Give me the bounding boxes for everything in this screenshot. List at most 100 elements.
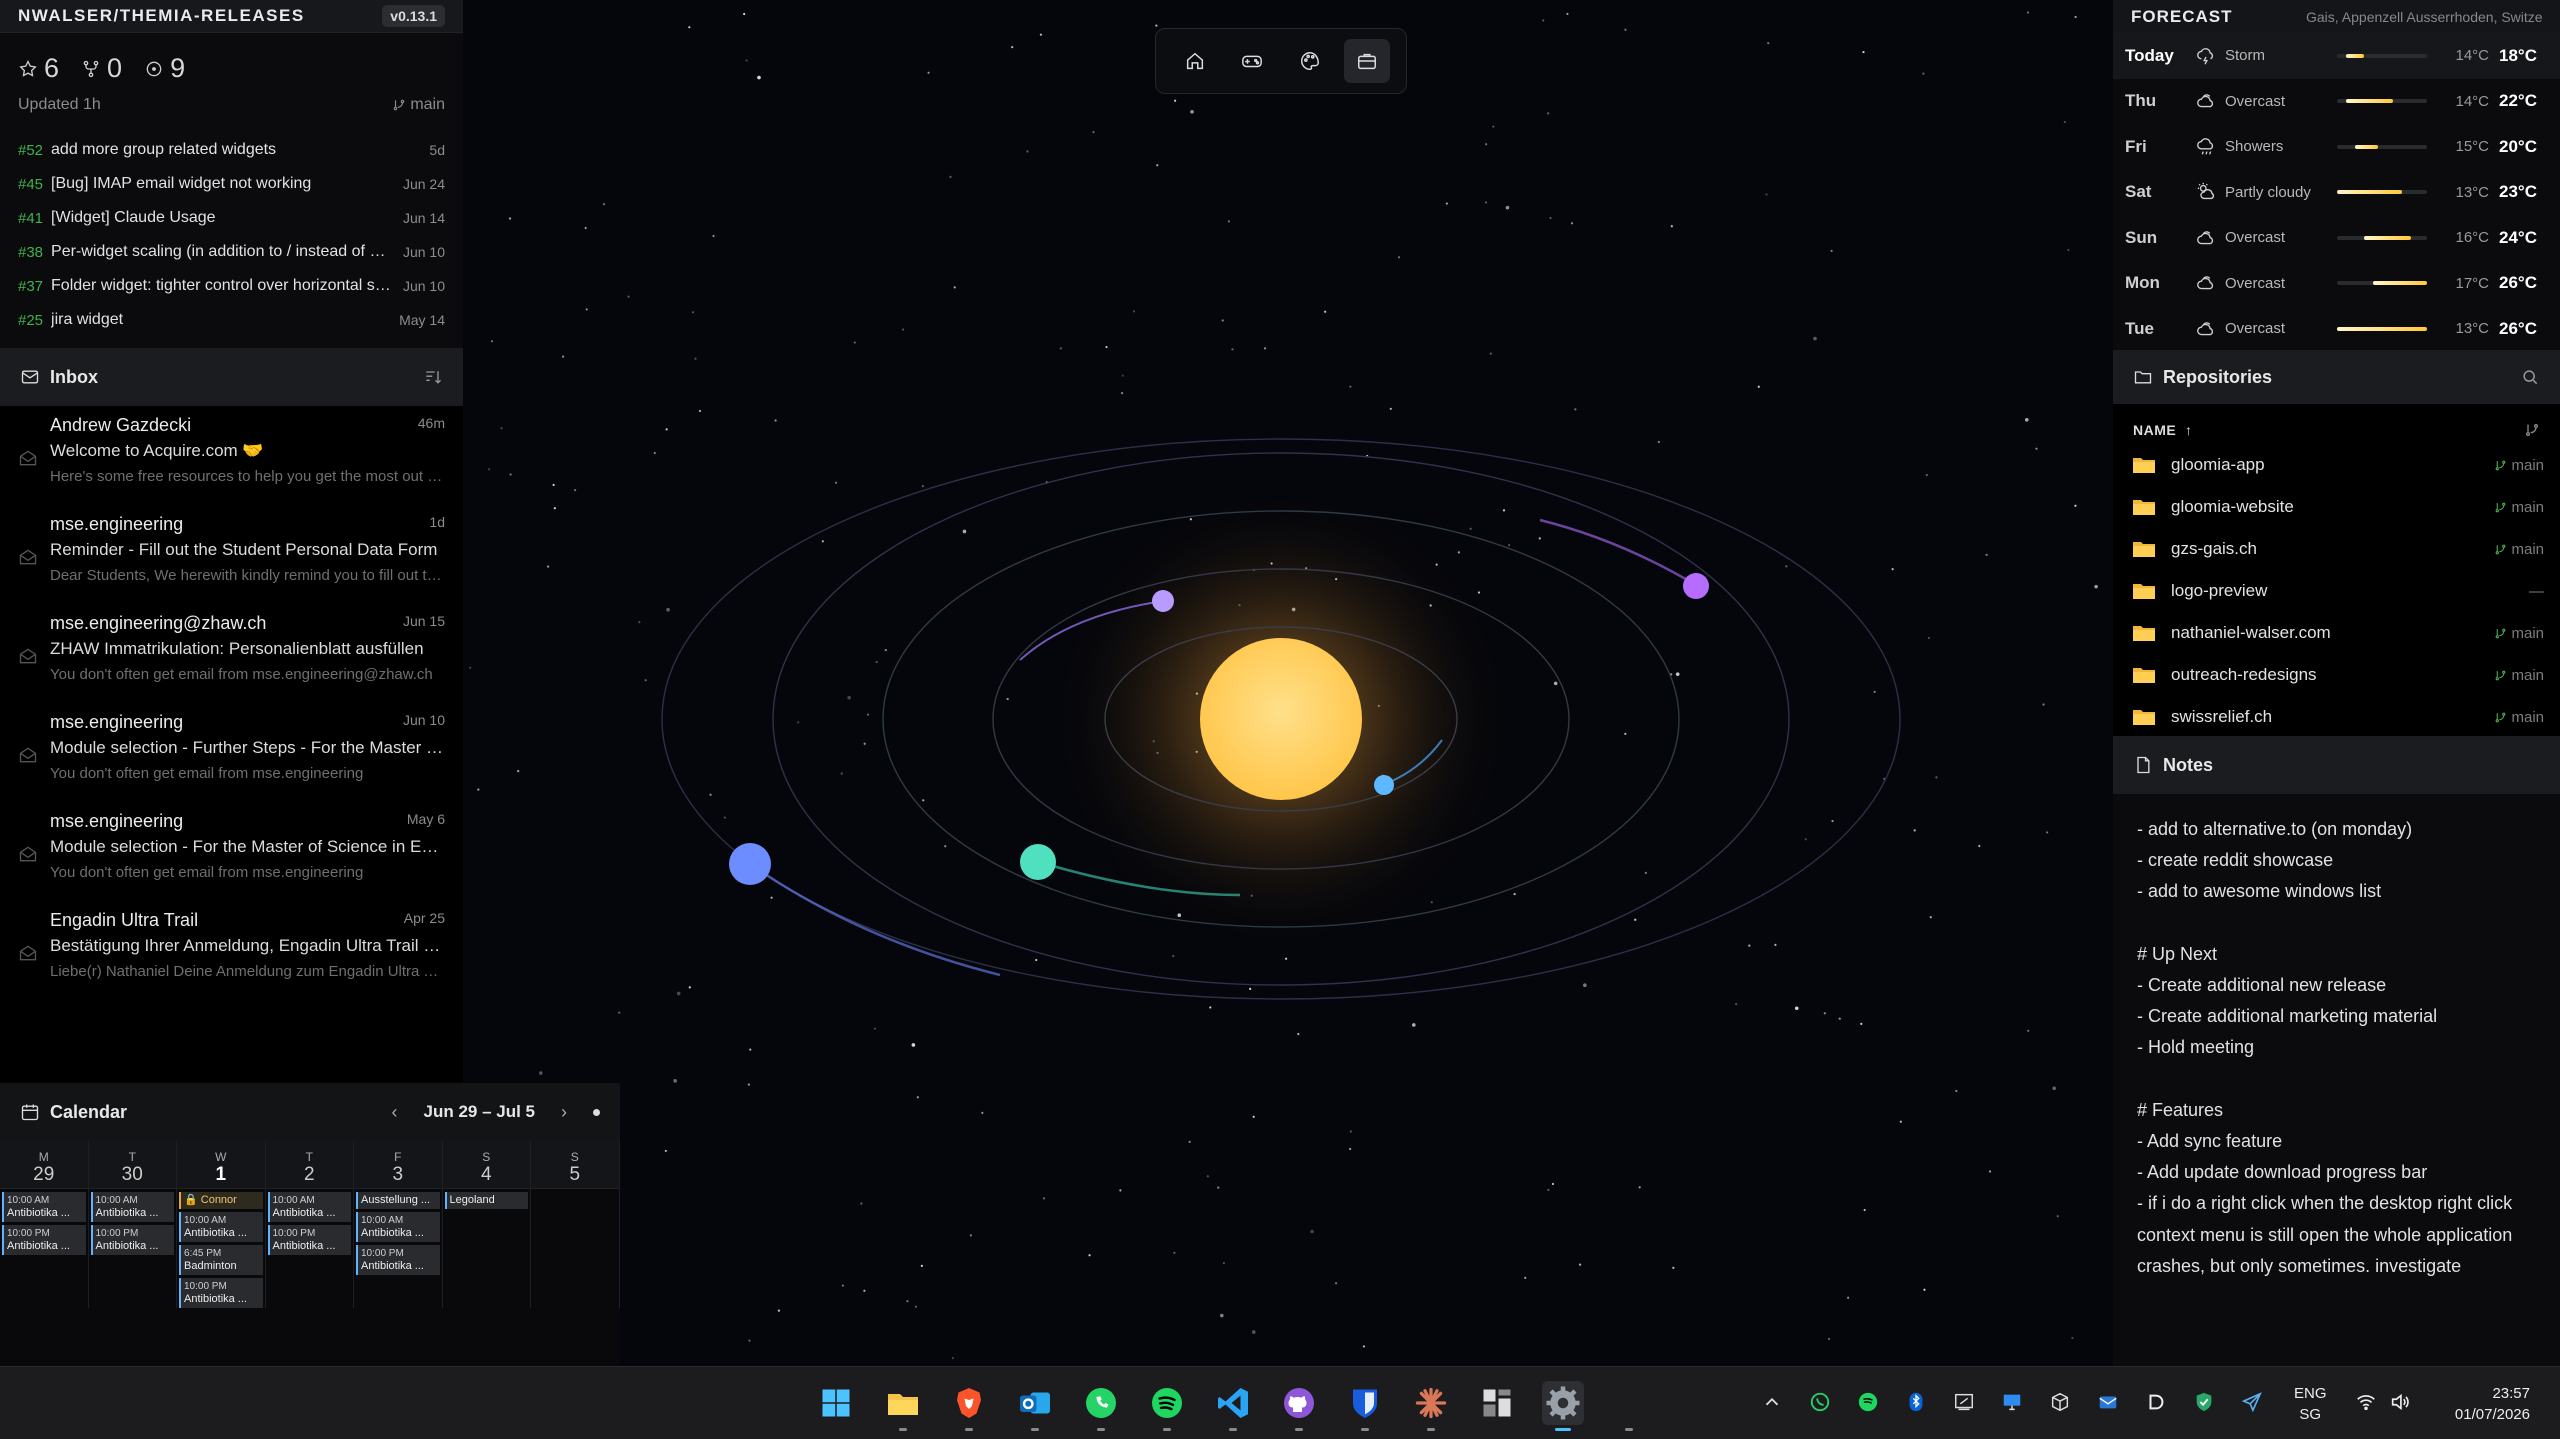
repository-branch: main: [2494, 709, 2544, 726]
event-title: Badminton: [184, 1260, 237, 1272]
repository-item[interactable]: nathaniel-walser.com main: [2113, 612, 2560, 654]
mail-item[interactable]: mse.engineering Jun 10 Module selection - …: [0, 703, 463, 802]
sort-icon[interactable]: [423, 367, 443, 387]
mail-item[interactable]: Andrew Gazdecki 46m Welcome to Acquire.com…: [0, 406, 463, 505]
tray-mail[interactable]: [2095, 1389, 2121, 1415]
work-button[interactable]: [1344, 39, 1391, 83]
mail-item[interactable]: Engadin Ultra Trail Apr 25 Bestätigung Ihr…: [0, 901, 463, 1000]
games-button[interactable]: [1229, 39, 1275, 83]
vscode-button[interactable]: [1212, 1381, 1254, 1431]
star: [618, 1011, 621, 1014]
name-column-header[interactable]: NAME ↑: [2133, 422, 2193, 438]
input-language-indicator[interactable]: ENG SG: [2294, 1383, 2327, 1425]
issue-item[interactable]: #37 Folder widget: tighter control over h…: [0, 269, 463, 303]
mail-preview: Here's some free resources to help you g…: [50, 468, 445, 485]
calendar-event[interactable]: 10:00 PM Antibiotika ...: [2, 1225, 86, 1255]
tray-app[interactable]: [2143, 1389, 2169, 1415]
issue-item[interactable]: #45 [Bug] IMAP email widget not working Ju…: [0, 167, 463, 201]
calendar-event[interactable]: Legoland: [444, 1192, 528, 1209]
star: [1551, 1182, 1555, 1186]
calendar-day[interactable]: S5: [531, 1141, 620, 1308]
issue-item[interactable]: #41 [Widget] Claude Usage Jun 14: [0, 201, 463, 235]
calendar-event[interactable]: 6:45 PM Badminton: [179, 1245, 263, 1275]
calendar-event[interactable]: 10:00 AM Antibiotika ...: [90, 1192, 174, 1222]
calendar-day[interactable]: S 4 Legoland: [442, 1141, 531, 1308]
repository-item[interactable]: swissrelief.ch main: [2113, 696, 2560, 738]
tray-wifi[interactable]: [2353, 1389, 2379, 1415]
temperature-range-fill: [2355, 144, 2378, 149]
folder-icon: [2133, 625, 2155, 641]
repository-item[interactable]: outreach-redesigns main: [2113, 654, 2560, 696]
repository-item[interactable]: gloomia-website main: [2113, 486, 2560, 528]
prev-week-button[interactable]: ‹: [392, 1102, 398, 1123]
calendar-day[interactable]: F 3 Ausstellung ... 10:00 AM Antibiotika ...…: [354, 1141, 443, 1308]
mail-header-row: Engadin Ultra Trail Apr 25: [50, 901, 445, 931]
tray-whatsapp[interactable]: [1807, 1389, 1833, 1415]
calendar-event[interactable]: 🔒 Connor: [179, 1192, 263, 1209]
issue-item[interactable]: #38 Per-widget scaling (in addition to / …: [0, 235, 463, 269]
task-view-button[interactable]: [1608, 1381, 1650, 1431]
search-icon[interactable]: [2520, 367, 2540, 387]
calendar-event[interactable]: Ausstellung ...: [356, 1192, 440, 1209]
repository-item[interactable]: gzs-gais.ch main: [2113, 528, 2560, 570]
system-clock[interactable]: 23:57 01/07/2026: [2455, 1383, 2530, 1425]
calendar-event[interactable]: 10:00 PM Antibiotika ...: [90, 1225, 174, 1255]
calendar-day[interactable]: T 2 10:00 AM Antibiotika ... 10:00 PM Antibio…: [265, 1141, 354, 1308]
tray-security[interactable]: [2191, 1389, 2217, 1415]
themia-button[interactable]: [1476, 1381, 1518, 1425]
calendar-event[interactable]: 10:00 PM Antibiotika ...: [179, 1278, 263, 1308]
mail-preview: Liebe(r) Nathaniel Deine Anmeldung zum E…: [50, 963, 445, 980]
mail-item[interactable]: mse.engineering@zhaw.ch Jun 15 ZHAW Immatr…: [0, 604, 463, 703]
tray-spotify[interactable]: [1855, 1389, 1881, 1415]
mail-preview: Dear Students, We herewith kindly remind…: [50, 567, 445, 584]
repo-name[interactable]: NWALSER/THEMIA-RELEASES: [18, 6, 305, 26]
claude-button[interactable]: [1410, 1381, 1452, 1431]
tray-telegram[interactable]: [2239, 1389, 2265, 1415]
mail-header-row: Andrew Gazdecki 46m: [50, 406, 445, 436]
next-week-button[interactable]: ›: [561, 1102, 567, 1123]
outlook-button[interactable]: [1014, 1381, 1056, 1431]
tray-snipping[interactable]: [1951, 1389, 1977, 1415]
day-number: 30: [121, 1164, 143, 1185]
calendar-event[interactable]: 10:00 PM Antibiotika ...: [356, 1245, 440, 1275]
event-title: Antibiotika ...: [95, 1207, 159, 1219]
calendar-event[interactable]: 10:00 PM Antibiotika ...: [267, 1225, 351, 1255]
tray-volume[interactable]: [2387, 1389, 2413, 1415]
show-hidden-icons-button[interactable]: [1759, 1389, 1785, 1415]
issue-item[interactable]: #25 jira widget May 14: [0, 303, 463, 337]
settings-button[interactable]: [1542, 1381, 1584, 1431]
file-explorer-button[interactable]: [882, 1381, 924, 1431]
themes-button[interactable]: [1287, 39, 1333, 83]
issue-item[interactable]: #52 add more group related widgets 5d: [0, 133, 463, 167]
version-badge: v0.13.1: [382, 5, 445, 27]
today-button[interactable]: [593, 1108, 600, 1116]
repository-item[interactable]: logo-preview —: [2113, 570, 2560, 612]
home-button[interactable]: [1172, 39, 1218, 83]
repository-branch: —: [2529, 583, 2544, 600]
calendar-event[interactable]: 10:00 AM Antibiotika ...: [356, 1212, 440, 1242]
calendar-day[interactable]: M 29 10:00 AM Antibiotika ... 10:00 PM Antibi…: [0, 1141, 89, 1308]
repository-item[interactable]: gloomia-app main: [2113, 444, 2560, 486]
volume-icon: [2391, 1393, 2409, 1411]
tray-bluetooth[interactable]: [1903, 1389, 1929, 1415]
star: [774, 419, 777, 422]
mail-preview: You don't often get email from mse.engin…: [50, 864, 364, 881]
calendar-event[interactable]: 10:00 AM Antibiotika ...: [267, 1192, 351, 1222]
mail-item[interactable]: mse.engineering May 6 Module selection - F…: [0, 802, 463, 901]
calendar-event[interactable]: 10:00 AM Antibiotika ...: [2, 1192, 86, 1222]
calendar-nav: ‹ Jun 29 – Jul 5 ›: [392, 1102, 600, 1123]
calendar-day[interactable]: T 30 10:00 AM Antibiotika ... 10:00 PM Antibi…: [88, 1141, 177, 1308]
calendar-event[interactable]: 10:00 AM Antibiotika ...: [179, 1212, 263, 1242]
calendar-day[interactable]: W 1 🔒 Connor 10:00 AM Antibiotika ... 6:45 PM…: [177, 1141, 266, 1308]
mail-item[interactable]: mse.engineering 1d Reminder - Fill out the…: [0, 505, 463, 604]
star: [1105, 345, 1108, 349]
brave-button[interactable]: [948, 1381, 990, 1431]
tray-box[interactable]: [2047, 1389, 2073, 1415]
notes-textarea[interactable]: - add to alternative.to (on monday) - cr…: [2113, 794, 2560, 1302]
start-button[interactable]: [815, 1381, 857, 1425]
github-desktop-button[interactable]: [1278, 1381, 1320, 1431]
bitwarden-button[interactable]: [1344, 1381, 1386, 1431]
spotify-button[interactable]: [1146, 1381, 1188, 1431]
whatsapp-button[interactable]: [1080, 1381, 1122, 1431]
tray-display[interactable]: [1999, 1389, 2025, 1415]
